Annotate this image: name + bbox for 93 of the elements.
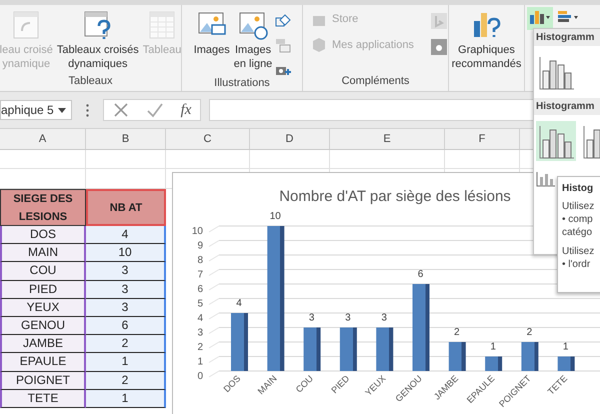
- shapes-icon[interactable]: [275, 13, 292, 29]
- table-cell: 1: [86, 390, 166, 408]
- axis-tick-label: 6: [197, 284, 203, 295]
- table-cell: MAIN: [0, 244, 86, 262]
- chart-bar[interactable]: [521, 342, 538, 371]
- axis-tick-label: 5: [197, 298, 203, 310]
- data-label: 4: [236, 298, 242, 309]
- insert-function-button[interactable]: fx: [180, 102, 192, 118]
- data-label: 3: [308, 312, 314, 324]
- column-header[interactable]: D: [250, 129, 330, 149]
- axis-tick-label: 8: [197, 255, 203, 266]
- empty-cell[interactable]: [330, 150, 445, 169]
- column-header[interactable]: C: [166, 129, 250, 149]
- chart-bar[interactable]: [485, 356, 502, 371]
- table-cell: POIGNET: [0, 372, 86, 390]
- table-cell: PIED: [0, 280, 86, 299]
- table-cell: JAMBE: [0, 335, 86, 354]
- smartart-icon[interactable]: [275, 37, 292, 53]
- table-header-cell: SIEGE DES LESIONS: [0, 189, 86, 226]
- table-cell: TETE: [0, 390, 86, 408]
- axis-tick-label: 9: [197, 240, 203, 252]
- table-cell: YEUX: [0, 298, 86, 317]
- empty-cell[interactable]: [0, 150, 86, 169]
- data-label: 3: [381, 312, 387, 324]
- table-cell: GENOU: [0, 316, 86, 336]
- axis-tick-label: 2: [197, 342, 203, 353]
- chart-bar[interactable]: [448, 342, 466, 371]
- empty-cell[interactable]: [250, 150, 330, 169]
- tooltip-text: • comp: [562, 213, 594, 226]
- column-header[interactable]: F: [445, 129, 520, 149]
- table-cell: 10: [86, 244, 166, 262]
- data-label: 1: [490, 342, 496, 352]
- table-cell: 6: [86, 316, 166, 336]
- more-icon[interactable]: [86, 104, 89, 116]
- chart-bar[interactable]: [558, 356, 575, 371]
- caret-icon: [58, 108, 66, 112]
- cube-icon: [311, 37, 327, 53]
- tooltip-text: • l'ordr: [562, 258, 592, 271]
- group-label: Tableaux: [67, 75, 114, 89]
- axis-tick-label: 7: [197, 270, 203, 280]
- ribbon-button[interactable]: Images en ligne: [232, 9, 274, 77]
- chart-bar[interactable]: [304, 328, 321, 371]
- axis-tick-label: 4: [197, 313, 203, 324]
- data-label: 6: [418, 269, 424, 280]
- chart-type-option[interactable]: [536, 121, 576, 161]
- axis-tick-label: 10: [192, 226, 203, 237]
- table-cell: 4: [86, 226, 166, 244]
- column-header[interactable]: E: [330, 129, 445, 149]
- close-icon[interactable]: [112, 102, 129, 118]
- column-chart-button[interactable]: [527, 7, 553, 30]
- chart-bar[interactable]: [376, 328, 394, 371]
- tooltip-text: catégo: [562, 226, 594, 239]
- column-header[interactable]: A: [0, 129, 86, 149]
- table-cell: 3: [86, 262, 166, 281]
- table-cell: 1: [86, 353, 166, 372]
- bar-chart-icon: [557, 10, 579, 24]
- check-icon[interactable]: [146, 102, 164, 118]
- table-cell: 2: [86, 335, 166, 354]
- column-header[interactable]: B: [86, 129, 166, 149]
- data-label: 3: [345, 312, 351, 324]
- chart-bar[interactable]: [267, 226, 284, 371]
- axis-tick-label: 3: [197, 328, 203, 338]
- empty-cell[interactable]: [445, 150, 520, 169]
- ribbon-button[interactable]: Graphiques recommandés: [450, 9, 522, 91]
- data-label: 2: [526, 327, 532, 338]
- ribbon-button[interactable]: Tableaux croisés dynamiques: [56, 9, 140, 75]
- group-label: Illustrations: [213, 77, 271, 91]
- chart-bar[interactable]: [340, 328, 357, 371]
- data-label: 2: [454, 327, 460, 338]
- table-cell: EPAULE: [0, 353, 86, 372]
- group-label: Compléments: [340, 75, 410, 89]
- table-cell: COU: [0, 262, 86, 281]
- chart-title: Nombre d'AT par siège des lésions: [279, 188, 511, 205]
- name-box[interactable]: aphique 5: [0, 100, 72, 120]
- table-cell: DOS: [0, 226, 86, 244]
- tooltip-text: Utilisez: [562, 200, 596, 213]
- tooltip-text: Utilisez: [562, 245, 596, 258]
- ribbon-button[interactable]: Images: [192, 9, 231, 77]
- data-label: 10: [270, 211, 281, 222]
- axis-tick-label: 1: [197, 356, 203, 368]
- column-chart-icon: [529, 10, 551, 24]
- axis-tick-label: 0: [197, 371, 203, 382]
- more-charts-icon[interactable]: [536, 171, 556, 187]
- menu-section-header: Histogramm: [534, 98, 600, 115]
- table-cell: 3: [86, 280, 166, 299]
- menu-section-header: Histogramm: [534, 29, 600, 46]
- data-label: 1: [562, 342, 568, 352]
- empty-cell[interactable]: [166, 150, 250, 169]
- table-header-cell: NB AT: [86, 189, 166, 226]
- table-cell: 2: [86, 372, 166, 390]
- empty-cell[interactable]: [86, 150, 166, 169]
- table-cell: 3: [86, 298, 166, 317]
- tooltip-title: Histog: [562, 183, 594, 194]
